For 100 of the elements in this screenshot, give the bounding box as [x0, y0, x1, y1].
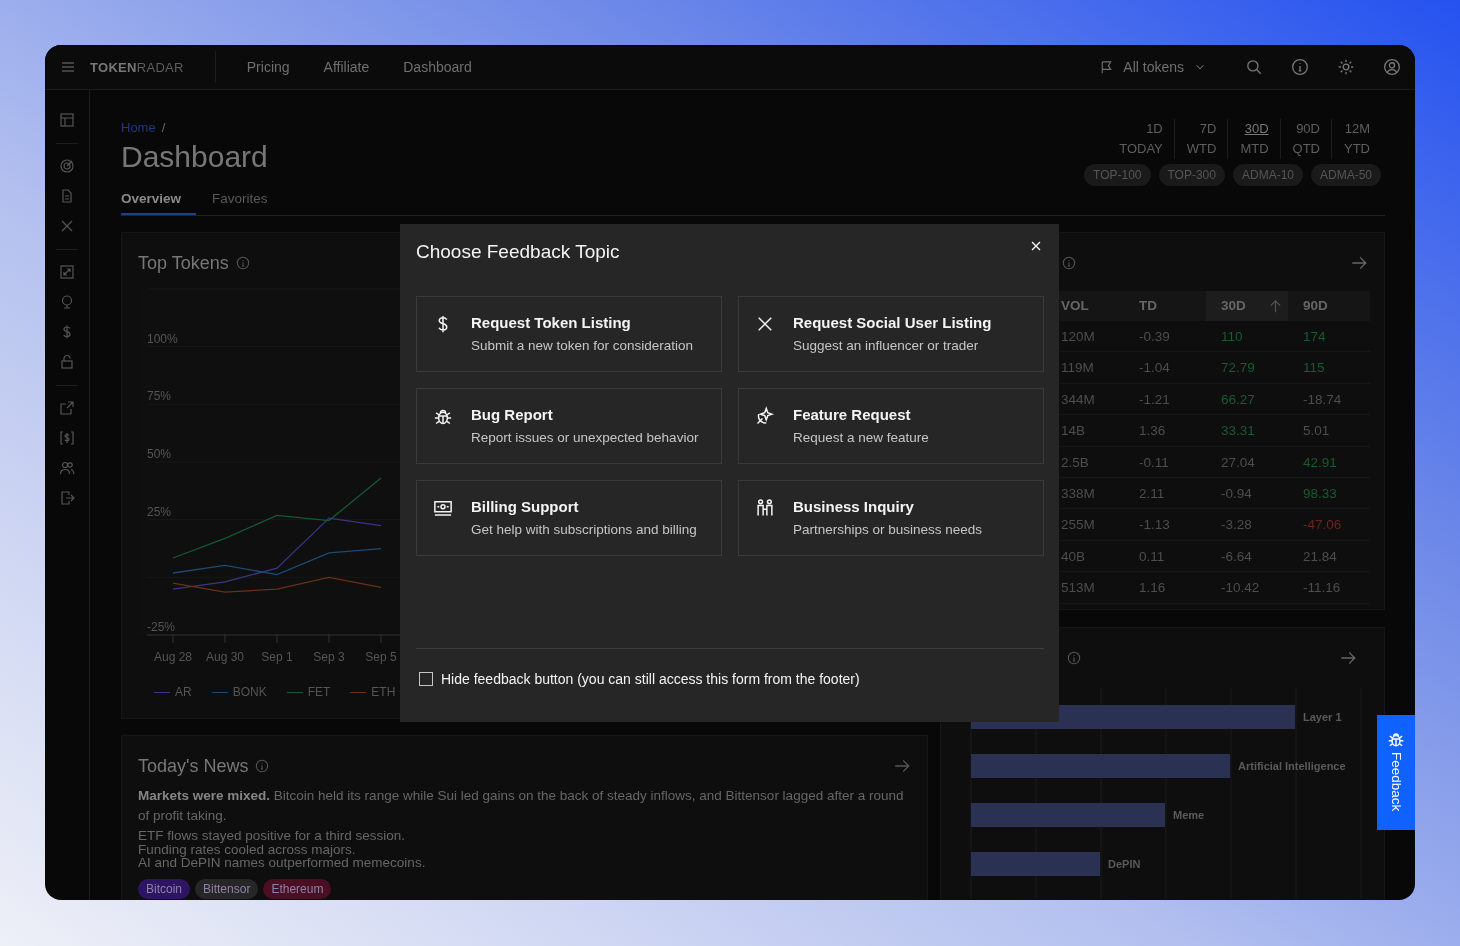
legend-item: ETH	[350, 684, 396, 700]
tag[interactable]: Bittensor	[195, 878, 259, 899]
card-title: Today's News	[138, 755, 249, 778]
period-option[interactable]: QTD	[1292, 139, 1320, 159]
tab[interactable]: Favorites	[212, 185, 283, 215]
topic-title: Feature Request	[793, 405, 912, 425]
arrow-right-icon[interactable]	[1339, 649, 1357, 667]
topic-option[interactable]: Feature Request Request a new feature	[738, 388, 1044, 464]
logout-icon[interactable]	[59, 490, 75, 506]
table-cell: 42.91	[1288, 446, 1370, 478]
topic-option[interactable]: Request Token Listing Submit a new token for consideration	[416, 296, 722, 372]
topic-option[interactable]: Business Inquiry Partnerships or business needs	[738, 480, 1044, 556]
topic-option[interactable]: Billing Support Get help with subscriptions and billing	[416, 480, 722, 556]
info-icon[interactable]	[235, 256, 250, 270]
card-title: Top Tokens	[138, 252, 229, 275]
x-logo-icon	[755, 314, 775, 334]
breadcrumb-link[interactable]: Home	[121, 120, 156, 136]
period-option[interactable]: YTD	[1344, 139, 1370, 159]
table-cell: -47.06	[1288, 509, 1370, 541]
external-link-icon[interactable]	[59, 400, 75, 416]
bar-label: Meme	[1173, 809, 1205, 821]
news-point: Funding rates cooled across majors.	[138, 842, 357, 856]
info-icon[interactable]	[1062, 256, 1076, 270]
info-icon[interactable]	[1067, 651, 1081, 665]
topic-description: Request a new feature	[793, 429, 929, 447]
document-icon[interactable]	[59, 188, 75, 204]
axis-label: 100%	[147, 331, 178, 346]
info-icon[interactable]	[255, 759, 270, 773]
info-icon[interactable]	[1291, 58, 1309, 76]
period-option[interactable]: 7D	[1186, 119, 1217, 139]
token-filter-dropdown[interactable]: All tokens	[1099, 59, 1207, 75]
period-option[interactable]: WTD	[1186, 139, 1217, 159]
axis-label: Aug 30	[206, 650, 244, 664]
axis-label: Sep 5	[365, 650, 397, 664]
arrow-right-icon[interactable]	[1350, 254, 1368, 272]
brand-logo[interactable]: TOKENRADAR	[90, 51, 216, 83]
topic-title: Billing Support	[471, 497, 580, 517]
news-point: AI and DePIN names outperformed memecoins.	[138, 856, 427, 870]
unlock-icon[interactable]	[59, 354, 75, 370]
axis-label: 75%	[147, 389, 172, 404]
column-header[interactable]: 30D	[1206, 291, 1288, 321]
sun-icon[interactable]	[1337, 58, 1355, 76]
table-cell: -10.42	[1206, 572, 1288, 604]
topic-title: Business Inquiry	[793, 497, 915, 517]
table-cell: 66.27	[1206, 383, 1288, 416]
bar-label: Layer 1	[1303, 711, 1342, 723]
period-option[interactable]: 1D	[1119, 119, 1163, 139]
column-header[interactable]: TD	[1124, 291, 1206, 321]
period-option[interactable]: 30D	[1240, 119, 1269, 139]
topic-option[interactable]: Bug Report Report issues or unexpected behavior	[416, 388, 722, 464]
globe-icon[interactable]	[59, 294, 75, 310]
feedback-tab[interactable]: Feedback	[1377, 715, 1415, 830]
checkbox-label[interactable]: Hide feedback button (you can still access this form from the footer)	[441, 671, 860, 687]
legend-item: FET	[286, 684, 331, 700]
search-icon[interactable]	[1245, 58, 1263, 76]
list-chip[interactable]: TOP-100	[1084, 164, 1151, 186]
arrow-right-icon[interactable]	[893, 757, 911, 775]
nav-link[interactable]: Dashboard	[403, 59, 472, 75]
user-icon[interactable]	[1383, 58, 1401, 76]
period-option[interactable]: TODAY	[1119, 139, 1163, 159]
table-cell: 27.04	[1206, 446, 1288, 478]
column-header[interactable]: 90D	[1288, 291, 1370, 321]
expand-icon[interactable]	[59, 264, 75, 280]
people-icon[interactable]	[59, 460, 75, 476]
nav-link[interactable]: Affiliate	[323, 59, 370, 75]
topic-option[interactable]: Request Social User Listing Suggest an influencer or trader	[738, 296, 1044, 372]
table-cell: -18.74	[1288, 383, 1370, 416]
dialog-title: Choose Feedback Topic	[416, 240, 620, 264]
topic-title: Bug Report	[471, 405, 554, 425]
list-chip[interactable]: ADMA-50	[1311, 164, 1381, 186]
tag[interactable]: Bitcoin	[138, 878, 191, 899]
period-option[interactable]: 90D	[1292, 119, 1320, 139]
x-logo-icon[interactable]	[59, 218, 75, 234]
tab[interactable]: Overview	[121, 185, 197, 215]
table-cell: -0.11	[1124, 446, 1206, 478]
list-chip[interactable]: ADMA-10	[1232, 164, 1303, 186]
table-icon[interactable]	[59, 112, 75, 128]
table-cell: -0.94	[1206, 477, 1288, 510]
list-chip[interactable]: TOP-300	[1158, 164, 1225, 186]
breadcrumb-separator: /	[161, 120, 166, 136]
axis-label: Sep 1	[261, 650, 293, 664]
dollar-bracket-icon[interactable]	[59, 430, 75, 446]
checkbox[interactable]	[419, 672, 433, 686]
table-cell: 2.11	[1124, 477, 1206, 510]
period-option[interactable]: MTD	[1240, 139, 1269, 159]
target-icon[interactable]	[59, 158, 75, 174]
tag[interactable]: Ethereum	[263, 878, 332, 899]
table-cell: 0.11	[1124, 540, 1206, 573]
table-cell: 72.79	[1206, 352, 1288, 384]
flag-icon	[1099, 59, 1115, 75]
news-point: ETF flows stayed positive for a third session.	[138, 829, 407, 843]
period-option[interactable]: 12M	[1344, 119, 1370, 139]
nav-link[interactable]: Pricing	[246, 59, 290, 75]
table-cell: -3.28	[1206, 509, 1288, 541]
axis-label: -25%	[147, 620, 175, 634]
menu-icon[interactable]	[59, 59, 76, 75]
axis-label: 50%	[147, 447, 172, 461]
page-title: Dashboard	[121, 139, 269, 175]
table-cell: 110	[1206, 321, 1288, 353]
table-cell: 21.84	[1288, 540, 1370, 573]
